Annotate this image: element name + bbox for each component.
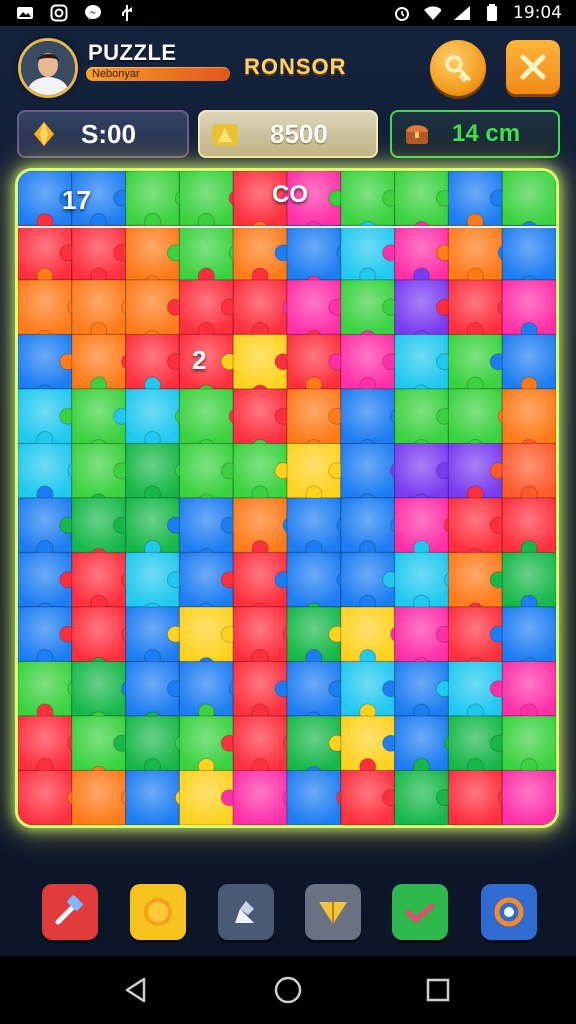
back-button[interactable]	[120, 974, 152, 1006]
board-label-center: 2	[192, 345, 207, 375]
puzzle-piece[interactable]	[178, 769, 238, 826]
puzzle-piece[interactable]	[340, 660, 400, 721]
timer-panel: S:00	[17, 110, 189, 158]
signal-icon	[453, 5, 471, 21]
coin-icon	[144, 898, 172, 926]
player-level-bar: Nebonyar	[86, 67, 230, 81]
close-button[interactable]	[506, 40, 560, 94]
close-icon	[520, 54, 546, 80]
gem-icon	[29, 119, 59, 149]
puzzle-board[interactable]: 17 CO 2	[18, 171, 556, 825]
puzzle-piece[interactable]	[232, 660, 292, 721]
arrow-tool-button[interactable]	[305, 884, 361, 940]
messenger-icon	[84, 5, 102, 21]
hammer-tool-button[interactable]	[42, 884, 98, 940]
puzzle-piece[interactable]	[447, 171, 507, 230]
game-title: PUZZLE	[88, 40, 177, 65]
crown-icon	[210, 119, 240, 149]
puzzle-piece[interactable]	[501, 660, 556, 721]
puzzle-piece[interactable]	[340, 333, 400, 394]
puzzle-piece[interactable]	[394, 769, 453, 826]
check-tool-button[interactable]	[392, 884, 448, 940]
alarm-icon	[393, 5, 411, 21]
puzzle-piece[interactable]	[394, 660, 453, 721]
puzzle-piece[interactable]	[286, 442, 346, 503]
puzzle-piece[interactable]	[178, 279, 238, 339]
usb-icon	[118, 5, 136, 21]
hint-button[interactable]	[430, 40, 486, 96]
puzzle-piece[interactable]	[340, 224, 400, 285]
puzzle-piece[interactable]	[340, 551, 400, 612]
puzzle-piece[interactable]	[447, 715, 507, 775]
battery-icon	[483, 4, 501, 21]
power-up-bar	[0, 880, 576, 944]
back-icon	[125, 977, 146, 1003]
status-bar: 19:04	[0, 0, 576, 26]
puzzle-piece[interactable]	[124, 333, 184, 394]
pencil-icon	[235, 901, 254, 923]
puzzle-piece[interactable]	[124, 606, 184, 666]
board-label-top-left: 17	[62, 185, 91, 215]
puzzle-piece[interactable]	[501, 715, 556, 775]
moves-panel: 14 cm	[390, 110, 560, 158]
score-panel: 8500	[198, 110, 378, 158]
puzzle-piece[interactable]	[340, 715, 400, 775]
navigation-bar	[0, 956, 576, 1024]
coin-tool-button[interactable]	[130, 884, 186, 940]
puzzle-piece[interactable]	[18, 497, 77, 557]
puzzle-piece[interactable]	[18, 606, 77, 666]
puzzle-piece[interactable]	[394, 224, 453, 285]
puzzle-piece[interactable]	[178, 715, 238, 775]
puzzle-piece[interactable]	[232, 442, 292, 503]
puzzle-piece[interactable]	[340, 769, 400, 826]
image-icon	[16, 5, 34, 21]
puzzle-grid[interactable]	[18, 171, 556, 825]
chest-icon	[402, 119, 432, 149]
home-icon	[274, 976, 302, 1004]
puzzle-piece[interactable]	[501, 497, 556, 557]
puzzle-piece[interactable]	[501, 333, 556, 394]
game-header: PUZZLE Nebonyar RONSOR	[0, 30, 576, 104]
board-label-top-center: CO	[272, 181, 308, 208]
puzzle-piece[interactable]	[286, 333, 346, 394]
puzzle-piece[interactable]	[447, 660, 507, 721]
wifi-icon	[423, 5, 441, 21]
player-name: RONSOR	[244, 54, 347, 79]
home-button[interactable]	[272, 974, 304, 1006]
recents-button[interactable]	[422, 974, 454, 1006]
hammer-icon	[55, 895, 83, 925]
puzzle-piece[interactable]	[18, 388, 77, 448]
arrow-icon	[319, 902, 347, 924]
puzzle-piece[interactable]	[447, 333, 507, 394]
puzzle-piece[interactable]	[232, 224, 292, 285]
puzzle-piece[interactable]	[71, 224, 131, 285]
status-clock: 19:04	[513, 3, 562, 23]
moves-value: 14 cm	[452, 120, 521, 147]
puzzle-piece[interactable]	[501, 442, 556, 503]
timer-value: S:00	[81, 118, 136, 149]
puzzle-piece[interactable]	[447, 442, 507, 503]
swirl-icon	[494, 897, 524, 927]
avatar[interactable]	[18, 38, 78, 98]
puzzle-piece[interactable]	[124, 497, 184, 557]
puzzle-piece[interactable]	[501, 279, 556, 339]
recents-icon	[426, 978, 450, 1002]
swirl-tool-button[interactable]	[481, 884, 537, 940]
pencil-tool-button[interactable]	[218, 884, 274, 940]
player-subtitle: Nebonyar	[92, 68, 140, 80]
puzzle-piece[interactable]	[286, 606, 346, 666]
score-value: 8500	[270, 118, 328, 149]
check-icon	[405, 903, 435, 923]
puzzle-piece[interactable]	[18, 224, 77, 285]
puzzle-piece[interactable]	[501, 551, 556, 612]
instagram-icon	[50, 4, 68, 22]
key-icon	[445, 55, 471, 82]
puzzle-piece[interactable]	[501, 769, 556, 826]
